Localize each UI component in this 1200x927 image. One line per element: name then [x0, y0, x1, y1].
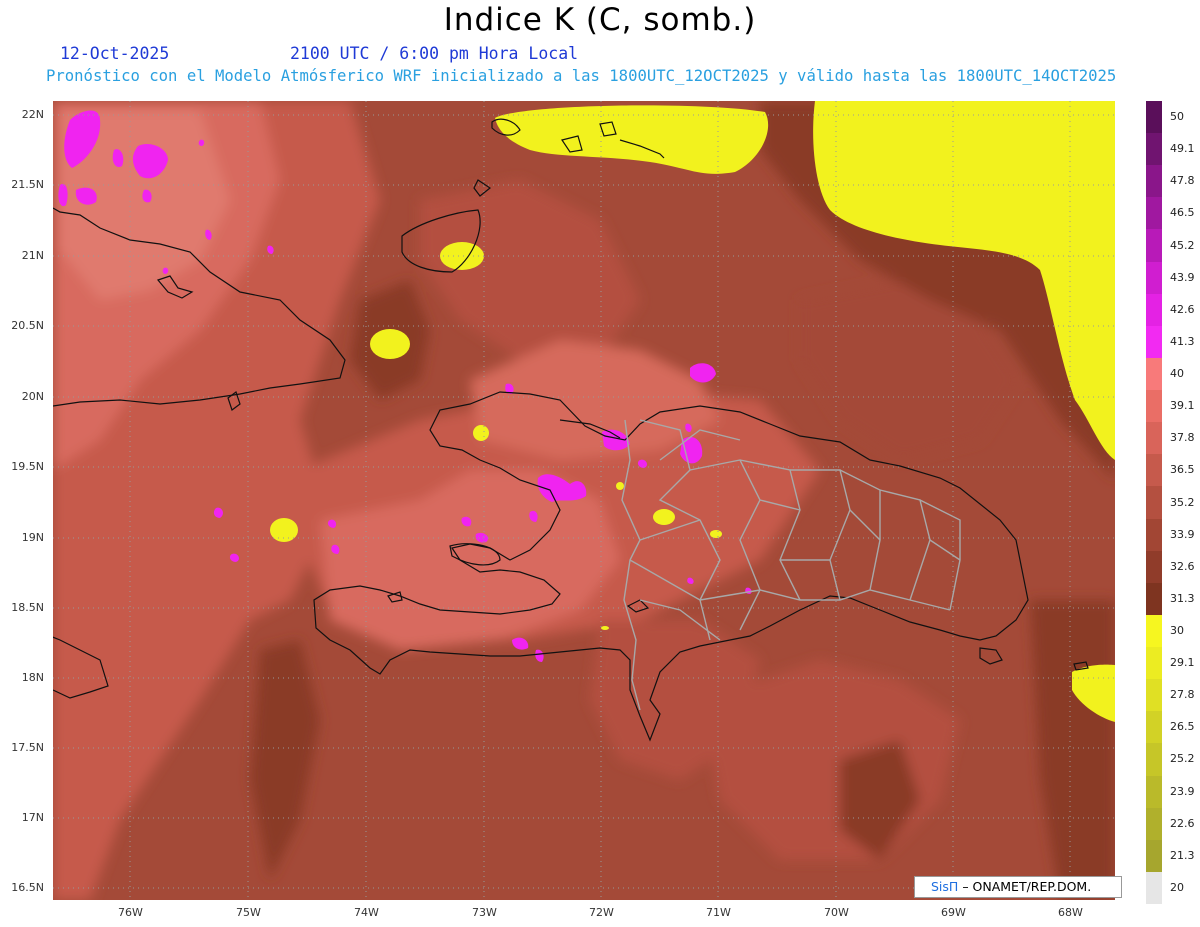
colorbar-label: 42.6 — [1170, 302, 1195, 316]
lon-label: 76W — [118, 906, 143, 919]
lat-label: 16.5N — [11, 881, 44, 894]
colorbar-swatch — [1146, 839, 1162, 873]
lat-label: 22N — [21, 108, 44, 121]
colorbar-swatch — [1146, 775, 1162, 809]
lat-label: 20N — [21, 390, 44, 403]
forecast-date: 12-Oct-2025 — [60, 44, 170, 63]
lat-label: 19N — [21, 531, 44, 544]
colorbar-swatch — [1146, 647, 1162, 680]
lat-label: 17N — [21, 811, 44, 824]
colorbar-swatch — [1146, 454, 1162, 487]
lon-label: 75W — [236, 906, 261, 919]
colorbar-label: 46.5 — [1170, 206, 1195, 220]
colorbar-label: 47.8 — [1170, 174, 1195, 188]
k-index-map — [53, 101, 1115, 900]
colorbar-swatch — [1146, 518, 1162, 552]
colorbar-swatch — [1146, 133, 1162, 166]
colorbar-swatch — [1146, 743, 1162, 776]
lat-label: 19.5N — [11, 460, 44, 473]
colorbar-label: 37.8 — [1170, 431, 1195, 445]
colorbar-swatch — [1146, 486, 1162, 520]
lon-label: 68W — [1058, 906, 1083, 919]
credit-box: SisΠ – ONAMET/REP.DOM. — [914, 876, 1122, 898]
colorbar-label: 22.6 — [1170, 816, 1195, 830]
credit-brand: SisΠ — [931, 879, 959, 894]
colorbar-label: 35.2 — [1170, 495, 1195, 509]
lat-label: 17.5N — [11, 741, 44, 754]
lon-label: 74W — [354, 906, 379, 919]
lon-label: 73W — [472, 906, 497, 919]
colorbar-label: 20 — [1170, 880, 1184, 894]
colorbar-label: 25.2 — [1170, 752, 1195, 766]
colorbar-label: 31.3 — [1170, 591, 1195, 605]
lat-label: 21N — [21, 249, 44, 262]
colorbar-label: 29.1 — [1170, 656, 1195, 670]
colorbar-swatch — [1146, 422, 1162, 455]
forecast-note: Pronóstico con el Modelo Atmósferico WRF… — [46, 67, 1117, 85]
colorbar-swatch — [1146, 165, 1162, 198]
colorbar-swatch — [1146, 229, 1162, 263]
lat-label: 18N — [21, 671, 44, 684]
colorbar-swatch — [1146, 101, 1162, 134]
colorbar-swatch — [1146, 357, 1162, 391]
colorbar-swatch — [1146, 390, 1162, 423]
credit-text: – ONAMET/REP.DOM. — [962, 879, 1092, 894]
colorbar-label: 45.2 — [1170, 238, 1195, 252]
colorbar-swatch — [1146, 711, 1162, 744]
colorbar-label: 32.6 — [1170, 559, 1195, 573]
colorbar-label: 33.9 — [1170, 527, 1195, 541]
colorbar-label: 30 — [1170, 623, 1184, 637]
colorbar-label: 27.8 — [1170, 688, 1195, 702]
lon-label: 71W — [706, 906, 731, 919]
colorbar-label: 40 — [1170, 367, 1184, 381]
colorbar-label: 36.5 — [1170, 463, 1195, 477]
colorbar-swatch — [1146, 550, 1162, 584]
lat-label: 21.5N — [11, 178, 44, 191]
colorbar-label: 23.9 — [1170, 784, 1195, 798]
colorbar-swatch — [1146, 679, 1162, 712]
lat-label: 18.5N — [11, 601, 44, 614]
colorbar-label: 21.3 — [1170, 848, 1195, 862]
valid-time: 2100 UTC / 6:00 pm Hora Local — [290, 44, 579, 63]
colorbar-label: 26.5 — [1170, 720, 1195, 734]
colorbar-label: 43.9 — [1170, 270, 1195, 284]
colorbar-swatch — [1146, 325, 1162, 359]
colorbar-swatch — [1146, 807, 1162, 841]
colorbar-swatch — [1146, 871, 1162, 905]
lat-label: 20.5N — [11, 319, 44, 332]
lon-label: 69W — [941, 906, 966, 919]
colorbar-swatch — [1146, 261, 1162, 295]
colorbar-label: 41.3 — [1170, 334, 1195, 348]
colorbar-label: 50 — [1170, 110, 1184, 124]
colorbar-swatch — [1146, 197, 1162, 230]
lon-label: 72W — [589, 906, 614, 919]
colorbar-label: 49.1 — [1170, 142, 1195, 156]
colorbar-swatch — [1146, 614, 1162, 648]
colorbar-label: 39.1 — [1170, 399, 1195, 413]
lon-label: 70W — [824, 906, 849, 919]
colorbar-swatch — [1146, 293, 1162, 327]
map-title: Indice K (C, somb.) — [443, 2, 757, 38]
colorbar-swatch — [1146, 582, 1162, 616]
